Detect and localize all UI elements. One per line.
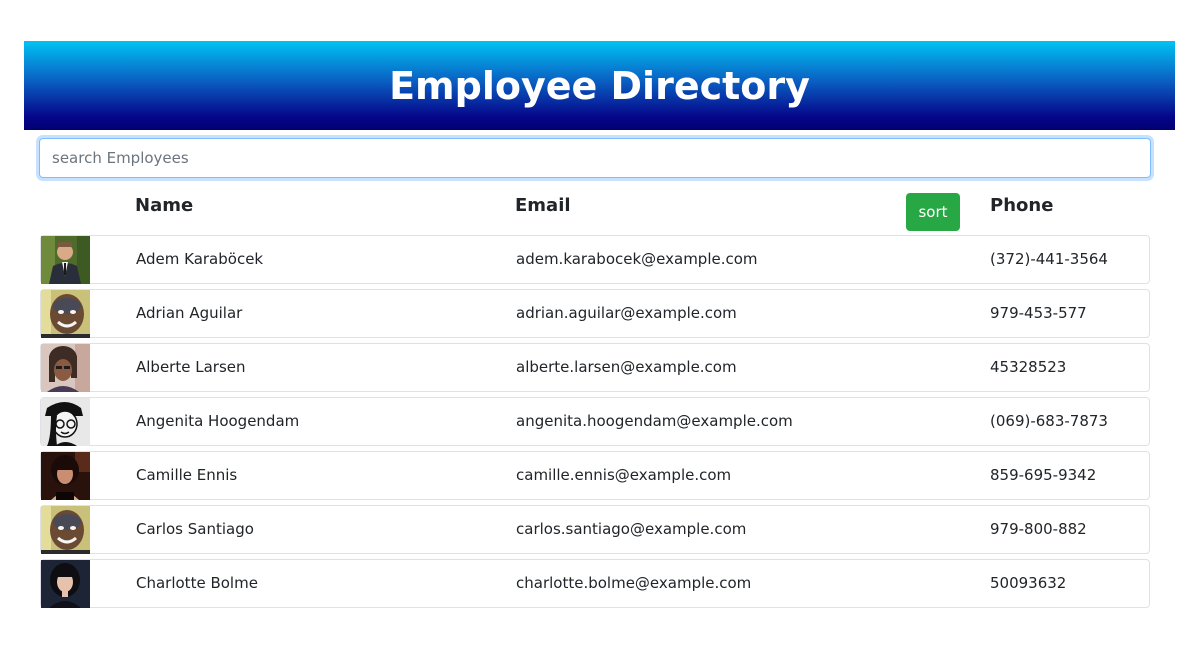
avatar <box>41 290 90 338</box>
employee-email: alberte.larsen@example.com <box>516 358 737 376</box>
search-input[interactable] <box>39 138 1151 178</box>
table-row: Alberte Larsen alberte.larsen@example.co… <box>40 343 1150 392</box>
column-header-name: Name <box>135 195 194 216</box>
employee-name: Charlotte Bolme <box>136 574 258 592</box>
employee-name: Carlos Santiago <box>136 520 254 538</box>
employee-phone: (372)-441-3564 <box>990 250 1108 268</box>
employee-name: Angenita Hoogendam <box>136 412 300 430</box>
employee-email: adrian.aguilar@example.com <box>516 304 737 322</box>
table-row: Adem Karaböcek adem.karabocek@example.co… <box>40 235 1150 284</box>
employee-phone: (069)-683-7873 <box>990 412 1108 430</box>
employee-phone: 979-453-577 <box>990 304 1087 322</box>
employee-email: angenita.hoogendam@example.com <box>516 412 793 430</box>
employee-email: adem.karabocek@example.com <box>516 250 758 268</box>
sort-button[interactable]: sort <box>906 193 960 231</box>
table-row: Charlotte Bolme charlotte.bolme@example.… <box>40 559 1150 608</box>
employee-phone: 50093632 <box>990 574 1067 592</box>
avatar <box>41 506 90 554</box>
table-row: Camille Ennis camille.ennis@example.com … <box>40 451 1150 500</box>
avatar <box>41 560 90 608</box>
column-header-email: Email <box>515 195 571 216</box>
avatar <box>41 344 90 392</box>
employee-name: Adrian Aguilar <box>136 304 243 322</box>
employee-email: camille.ennis@example.com <box>516 466 732 484</box>
avatar <box>41 236 90 284</box>
employee-phone: 45328523 <box>990 358 1067 376</box>
employee-email: carlos.santiago@example.com <box>516 520 747 538</box>
table-row: Adrian Aguilar adrian.aguilar@example.co… <box>40 289 1150 338</box>
table-row: Carlos Santiago carlos.santiago@example.… <box>40 505 1150 554</box>
column-header-phone: Phone <box>990 195 1054 216</box>
employee-name: Adem Karaböcek <box>136 250 264 268</box>
avatar <box>41 452 90 500</box>
table-row: Angenita Hoogendam angenita.hoogendam@ex… <box>40 397 1150 446</box>
employee-phone: 979-800-882 <box>990 520 1087 538</box>
app-header: Employee Directory <box>24 41 1175 130</box>
avatar <box>41 398 90 446</box>
employee-name: Camille Ennis <box>136 466 238 484</box>
employee-phone: 859-695-9342 <box>990 466 1097 484</box>
employee-email: charlotte.bolme@example.com <box>516 574 752 592</box>
page-title: Employee Directory <box>389 63 810 108</box>
employee-name: Alberte Larsen <box>136 358 246 376</box>
